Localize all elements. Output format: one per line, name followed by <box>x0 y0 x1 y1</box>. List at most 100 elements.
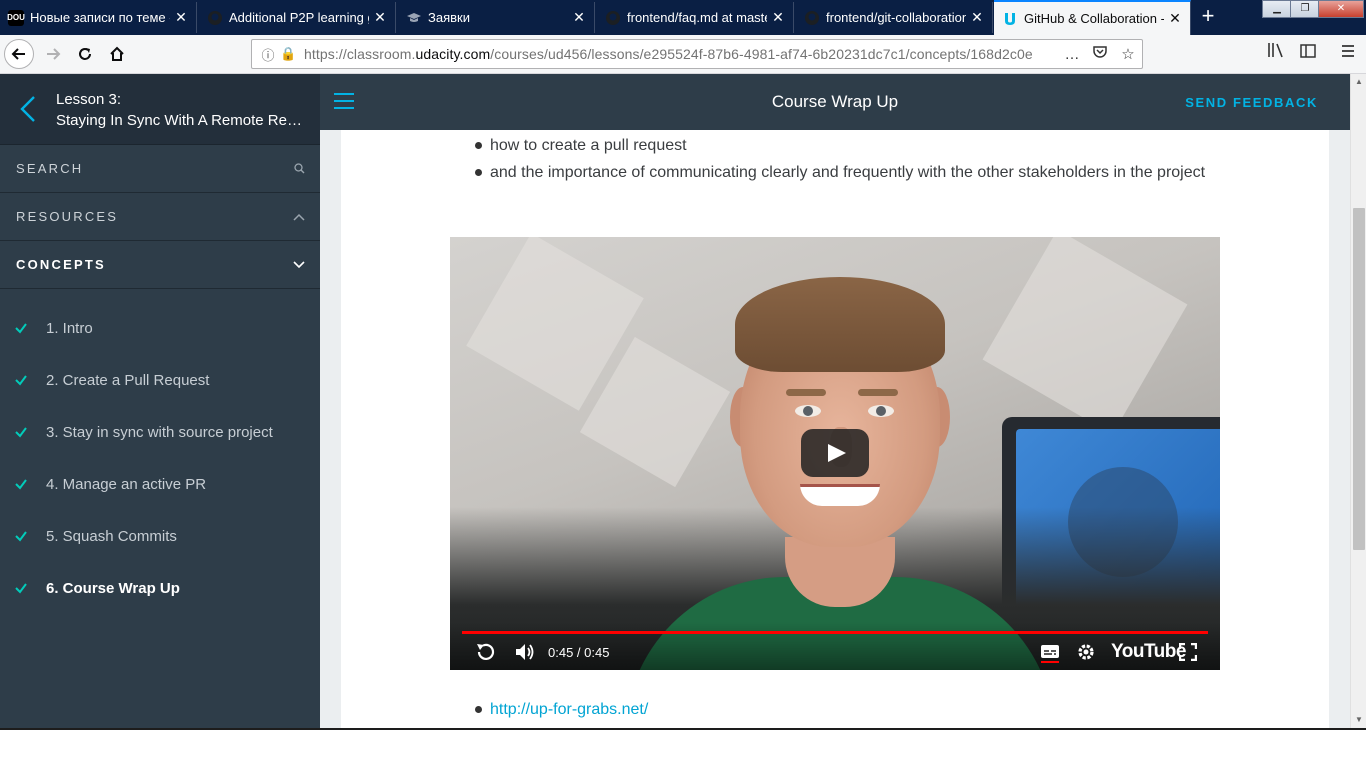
sidebar-search[interactable]: SEARCH <box>0 145 320 193</box>
page-actions-icon[interactable]: … <box>1058 46 1086 63</box>
lock-icon[interactable]: 🔒 <box>280 46 298 62</box>
close-tab-icon[interactable]: ✕ <box>373 9 387 26</box>
concept-item-stay-in-sync[interactable]: 3. Stay in sync with source project <box>0 406 320 458</box>
browser-tab[interactable]: DOU Новые записи по теме «J ✕ <box>0 2 197 33</box>
volume-icon[interactable] <box>512 639 538 665</box>
tab-title: frontend/git-collaboration <box>826 10 966 25</box>
scrollbar-thumb[interactable] <box>1353 208 1365 550</box>
github-icon <box>605 10 621 26</box>
grad-cap-icon <box>406 10 422 26</box>
lesson-title: Staying In Sync With A Remote Repo... <box>56 112 308 129</box>
concept-label: 5. Squash Commits <box>46 527 177 545</box>
concept-item-manage-pr[interactable]: 4. Manage an active PR <box>0 458 320 510</box>
chevron-down-icon[interactable] <box>292 258 306 272</box>
browser-tab-bar: DOU Новые записи по теме «J ✕ Additional… <box>0 0 1366 35</box>
info-icon[interactable]: ⓘ <box>256 45 280 64</box>
browser-toolbar: ⓘ 🔒 https://classroom.udacity.com/course… <box>0 35 1366 74</box>
lesson-sidebar: Lesson 3: Staying In Sync With A Remote … <box>0 74 320 728</box>
lesson-header: Lesson 3: Staying In Sync With A Remote … <box>0 74 320 145</box>
replay-icon[interactable] <box>472 639 498 665</box>
forward-arrow-icon[interactable] <box>38 39 68 69</box>
pocket-icon[interactable] <box>1086 45 1114 63</box>
presenter-mouth <box>800 484 880 506</box>
list-item: http://up-for-grabs.net/ <box>470 696 648 723</box>
concept-item-course-wrap-up[interactable]: 6. Course Wrap Up <box>0 562 320 614</box>
sidebar-resources[interactable]: RESOURCES <box>0 193 320 241</box>
new-tab-icon[interactable]: + <box>1196 5 1220 29</box>
address-bar[interactable]: ⓘ 🔒 https://classroom.udacity.com/course… <box>251 39 1143 69</box>
browser-tab[interactable]: frontend/git-collaboration ✕ <box>796 2 993 33</box>
concept-item-intro[interactable]: 1. Intro <box>0 302 320 354</box>
concept-label: 4. Manage an active PR <box>46 475 207 493</box>
reload-icon[interactable] <box>70 39 100 69</box>
concept-label: 3. Stay in sync with source project <box>46 423 273 441</box>
close-tab-icon[interactable]: ✕ <box>572 9 586 26</box>
url-text[interactable]: https://classroom.udacity.com/courses/ud… <box>298 46 1058 62</box>
check-icon <box>15 323 27 334</box>
star-icon[interactable]: ☆ <box>1114 45 1142 63</box>
chevron-up-icon[interactable] <box>292 210 306 224</box>
concept-item-create-pr[interactable]: 2. Create a Pull Request <box>0 354 320 406</box>
presenter-brow <box>786 389 826 396</box>
video-player[interactable]: 0:45 / 0:45 YouTube <box>450 237 1220 670</box>
resources-label: RESOURCES <box>16 209 119 224</box>
minimize-window-icon[interactable]: ▁ <box>1262 0 1292 18</box>
resource-links: http://up-for-grabs.net/ <box>470 696 648 723</box>
play-button[interactable] <box>801 429 869 477</box>
menu-icon[interactable] <box>1334 41 1362 67</box>
concepts-list: 1. Intro 2. Create a Pull Request 3. Sta… <box>0 289 320 614</box>
tab-title: frontend/faq.md at maste <box>627 10 767 25</box>
page-scrollbar[interactable]: ▲ ▼ <box>1350 74 1366 728</box>
concept-label: 2. Create a Pull Request <box>46 371 210 389</box>
check-icon <box>15 375 27 386</box>
presenter-brow <box>858 389 898 396</box>
sidebar-toggle-icon[interactable] <box>1294 41 1322 67</box>
tab-title: Заявки <box>428 10 470 25</box>
library-icon[interactable] <box>1262 41 1290 67</box>
youtube-logo[interactable]: YouTube <box>1111 639 1186 665</box>
check-icon <box>15 427 27 438</box>
close-tab-icon[interactable]: ✕ <box>970 9 984 26</box>
search-icon[interactable] <box>292 162 306 176</box>
close-window-icon[interactable]: ✕ <box>1318 0 1364 18</box>
settings-gear-icon[interactable] <box>1074 640 1098 664</box>
captions-icon[interactable] <box>1038 640 1062 666</box>
summary-list: how to create a pull request and the imp… <box>470 132 1210 186</box>
back-arrow-icon[interactable] <box>4 39 34 69</box>
concepts-label: CONCEPTS <box>16 257 106 272</box>
up-for-grabs-link[interactable]: http://up-for-grabs.net/ <box>490 701 648 718</box>
concept-topbar: Course Wrap Up SEND FEEDBACK <box>320 74 1350 130</box>
close-tab-icon[interactable]: ✕ <box>174 9 188 26</box>
concept-label: 1. Intro <box>46 319 93 337</box>
maximize-window-icon[interactable]: ❐ <box>1290 0 1320 18</box>
browser-tab[interactable]: Additional P2P learning g ✕ <box>199 2 396 33</box>
presenter-eye <box>868 405 894 417</box>
lesson-number: Lesson 3: <box>56 91 122 108</box>
close-tab-icon[interactable]: ✕ <box>771 9 785 26</box>
list-item: how to create a pull request <box>470 132 1210 159</box>
back-chevron-icon[interactable] <box>18 94 38 124</box>
scroll-down-icon[interactable]: ▼ <box>1351 712 1366 728</box>
sidebar-concepts[interactable]: CONCEPTS <box>0 241 320 289</box>
browser-tab[interactable]: frontend/faq.md at maste ✕ <box>597 2 794 33</box>
concept-item-squash-commits[interactable]: 5. Squash Commits <box>0 510 320 562</box>
check-icon <box>15 583 27 594</box>
tab-title: Новые записи по теме «J <box>30 10 170 25</box>
presenter-hair <box>735 277 945 372</box>
fullscreen-icon[interactable] <box>1176 640 1200 664</box>
presenter-eye <box>795 405 821 417</box>
send-feedback-button[interactable]: SEND FEEDBACK <box>1185 95 1318 110</box>
github-icon <box>207 10 223 26</box>
video-time: 0:45 / 0:45 <box>548 644 610 660</box>
taskbar-strip <box>0 728 1366 768</box>
close-tab-icon[interactable]: ✕ <box>1168 10 1182 27</box>
home-icon[interactable] <box>102 39 132 69</box>
tab-title: Additional P2P learning g <box>229 10 369 25</box>
scroll-up-icon[interactable]: ▲ <box>1351 74 1366 90</box>
video-progress-bar[interactable] <box>462 631 1208 634</box>
list-item: and the importance of communicating clea… <box>470 159 1210 186</box>
browser-tab[interactable]: Заявки ✕ <box>398 2 595 33</box>
concept-label: 6. Course Wrap Up <box>46 579 180 597</box>
browser-tab-active[interactable]: GitHub & Collaboration - ✕ <box>994 0 1191 35</box>
search-label: SEARCH <box>16 161 84 176</box>
